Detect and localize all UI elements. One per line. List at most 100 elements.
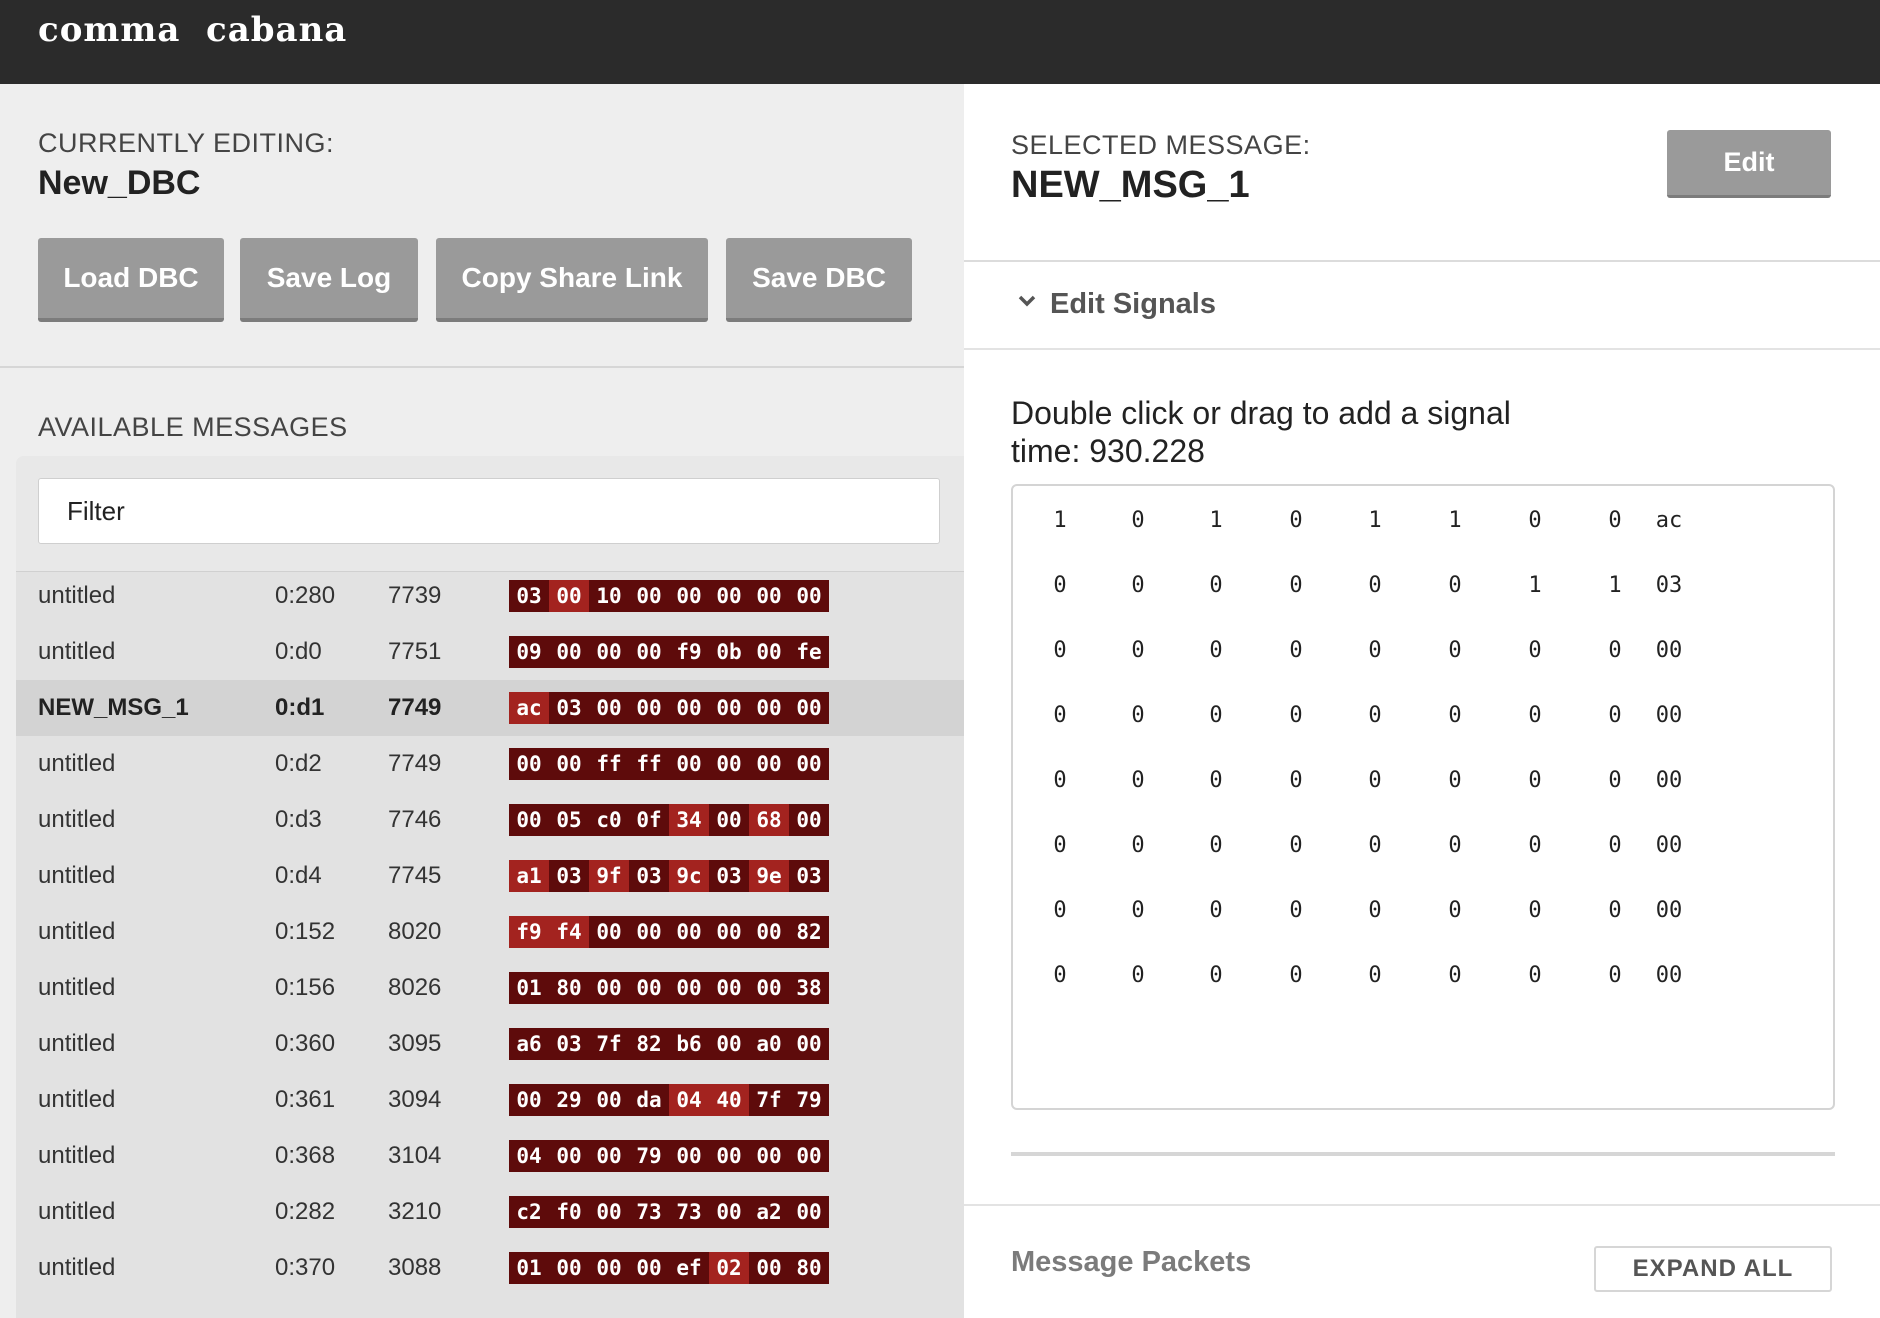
bit-cell[interactable]: 0 [1528,508,1541,533]
bit-cell[interactable]: 0 [1209,703,1222,728]
bit-cell[interactable]: 0 [1289,833,1302,858]
bit-cell[interactable]: 0 [1289,768,1302,793]
byte-cell: 0b [709,636,749,668]
bit-cell[interactable]: 0 [1528,638,1541,663]
bit-cell[interactable]: 0 [1608,898,1621,923]
bit-cell[interactable]: 0 [1528,898,1541,923]
bit-cell[interactable]: 0 [1131,768,1144,793]
bit-cell[interactable]: 0 [1289,963,1302,988]
byte-cell: 01 [509,972,549,1004]
bit-cell[interactable]: 0 [1448,703,1461,728]
byte-cell: 00 [549,580,589,612]
expand-all-button[interactable]: EXPAND ALL [1594,1246,1832,1292]
save-dbc-button[interactable]: Save DBC [726,238,912,322]
bit-cell[interactable]: 0 [1448,573,1461,598]
bit-cell[interactable]: 1 [1528,573,1541,598]
bit-cell[interactable]: 0 [1368,573,1381,598]
bit-cell[interactable]: 0 [1209,768,1222,793]
bit-cell[interactable]: 0 [1289,898,1302,923]
message-row[interactable]: untitled 0:d4 7745 a1 03 9f 03 9c 03 9e 03 [16,848,964,904]
byte-cell: 00 [709,1028,749,1060]
bit-cell[interactable]: 0 [1053,703,1066,728]
message-bytes: c2 f0 00 73 73 00 a2 00 [509,1196,829,1228]
bit-cell[interactable]: 0 [1131,833,1144,858]
bit-cell[interactable]: 0 [1528,963,1541,988]
bit-matrix[interactable]: 1 0 1 0 1 1 0 0 ac 0 0 0 0 0 0 1 1 03 0 0 0 0 0 0 0 0 00 0 0 0 0 0 0 0 0 00… [1011,484,1835,1110]
bit-cell[interactable]: 0 [1209,963,1222,988]
message-row[interactable]: untitled 0:370 3088 01 00 00 00 ef 02 00 80 [16,1240,964,1296]
bit-cell[interactable]: 0 [1368,768,1381,793]
bit-cell[interactable]: 0 [1608,768,1621,793]
message-row-selected[interactable]: NEW_MSG_1 0:d1 7749 ac 03 00 00 00 00 00 00 [16,680,964,736]
bit-cell[interactable]: 0 [1131,638,1144,663]
load-dbc-button[interactable]: Load DBC [38,238,224,322]
message-row[interactable]: untitled 0:280 7739 03 00 10 00 00 00 00 00 [16,568,964,624]
bit-cell[interactable]: 0 [1608,963,1621,988]
bit-cell[interactable]: 0 [1053,833,1066,858]
byte-cell: 00 [789,580,829,612]
message-row[interactable]: untitled 0:282 3210 c2 f0 00 73 73 00 a2 00 [16,1184,964,1240]
available-messages-label: AVAILABLE MESSAGES [38,412,348,442]
bit-cell[interactable]: 0 [1131,508,1144,533]
bit-cell[interactable]: 0 [1131,963,1144,988]
bit-cell[interactable]: 0 [1209,833,1222,858]
bit-cell[interactable]: 0 [1289,508,1302,533]
bit-cell[interactable]: 1 [1209,508,1222,533]
edit-signals-toggle[interactable]: Edit Signals [1018,288,1216,321]
bit-cell[interactable]: 1 [1368,508,1381,533]
bit-cell[interactable]: 0 [1053,898,1066,923]
byte-cell: 00 [589,916,629,948]
bit-cell[interactable]: 0 [1608,833,1621,858]
bit-cell[interactable]: 0 [1131,898,1144,923]
message-row[interactable]: untitled 0:360 3095 a6 03 7f 82 b6 00 a0 00 [16,1016,964,1072]
bit-cell[interactable]: 0 [1131,573,1144,598]
bit-cell[interactable]: 1 [1053,508,1066,533]
byte-cell: 00 [669,972,709,1004]
bit-cell[interactable]: 0 [1209,638,1222,663]
bit-cell[interactable]: 1 [1608,573,1621,598]
message-row[interactable]: untitled 0:d0 7751 09 00 00 00 f9 0b 00 fe [16,624,964,680]
message-row[interactable]: untitled 0:152 8020 f9 f4 00 00 00 00 00 82 [16,904,964,960]
bit-cell[interactable]: 0 [1528,703,1541,728]
bit-cell[interactable]: 0 [1289,573,1302,598]
bit-cell[interactable]: 0 [1448,768,1461,793]
bit-cell[interactable]: 0 [1448,638,1461,663]
bit-cell[interactable]: 0 [1608,508,1621,533]
bit-cell[interactable]: 0 [1528,833,1541,858]
save-log-button[interactable]: Save Log [240,238,418,322]
bit-cell[interactable]: 0 [1448,833,1461,858]
bit-cell[interactable]: 0 [1131,703,1144,728]
bit-cell[interactable]: 0 [1209,898,1222,923]
bit-cell[interactable]: 0 [1368,833,1381,858]
bit-cell[interactable]: 0 [1053,963,1066,988]
message-row[interactable]: untitled 0:d2 7749 00 00 ff ff 00 00 00 00 [16,736,964,792]
bit-cell[interactable]: 1 [1448,508,1461,533]
bit-cell[interactable]: 0 [1368,703,1381,728]
message-id: 0:d2 [275,750,322,777]
bit-cell[interactable]: 0 [1368,898,1381,923]
bit-cell[interactable]: 0 [1368,638,1381,663]
filter-input[interactable] [38,478,940,544]
bit-cell[interactable]: 0 [1289,638,1302,663]
bit-cell[interactable]: 0 [1209,573,1222,598]
bit-cell[interactable]: 0 [1608,703,1621,728]
bit-cell[interactable]: 0 [1368,963,1381,988]
message-row[interactable]: untitled 0:156 8026 01 80 00 00 00 00 00 38 [16,960,964,1016]
bit-cell[interactable]: 0 [1053,573,1066,598]
app-logo-title[interactable]: comma cabana [38,10,347,50]
message-list-panel[interactable]: untitled0:11177470000007222071000untitle… [16,456,964,1318]
message-list[interactable]: untitled0:11177470000007222071000untitle… [16,512,964,1296]
message-row[interactable]: untitled 0:368 3104 04 00 00 79 00 00 00 00 [16,1128,964,1184]
copy-share-link-button[interactable]: Copy Share Link [436,238,708,322]
bit-cell[interactable]: 0 [1448,898,1461,923]
bit-cell[interactable]: 0 [1053,638,1066,663]
bit-cell[interactable]: 0 [1053,768,1066,793]
bit-cell[interactable]: 0 [1289,703,1302,728]
bit-cell[interactable]: 0 [1608,638,1621,663]
bit-cell[interactable]: 0 [1448,963,1461,988]
byte-cell: 04 [669,1084,709,1116]
message-row[interactable]: untitled 0:d3 7746 00 05 c0 0f 34 00 68 00 [16,792,964,848]
message-row[interactable]: untitled 0:361 3094 00 29 00 da 04 40 7f 79 [16,1072,964,1128]
edit-message-button[interactable]: Edit [1667,130,1831,198]
bit-cell[interactable]: 0 [1528,768,1541,793]
